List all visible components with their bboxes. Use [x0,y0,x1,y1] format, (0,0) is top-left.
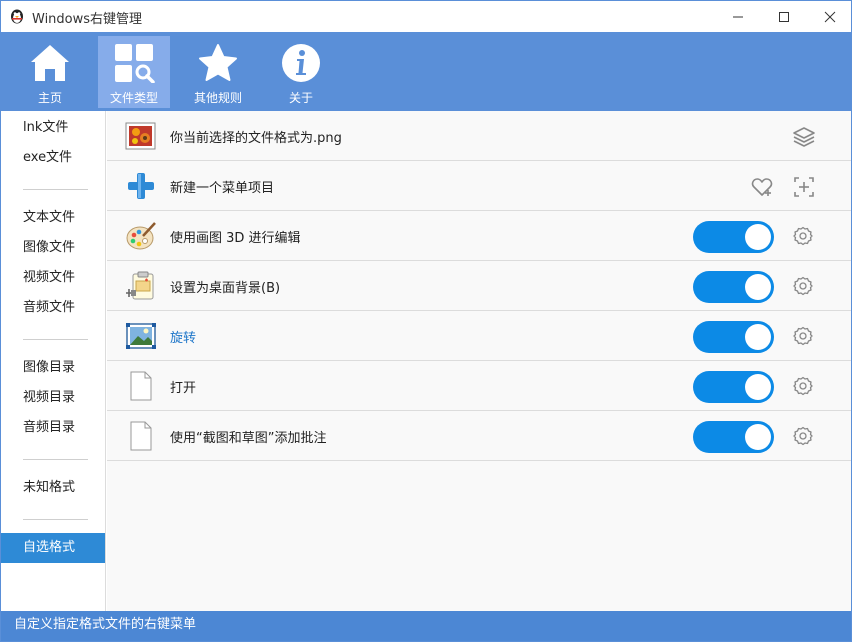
app-window: Windows右键管理 主页 文件类型 其他规则 关于 lnk文件 exe文件 … [0,0,852,642]
maximize-button[interactable] [761,1,807,32]
blank-file-icon [125,371,157,401]
blank-file-icon [125,421,157,451]
sidebar-item-custom[interactable]: 自选格式 [1,533,105,563]
current-format-row: 你当前选择的文件格式为.png [107,111,851,161]
toggle-knob [745,324,771,350]
sidebar-item-lnk[interactable]: lnk文件 [1,113,105,143]
rotate-image-icon [125,321,157,351]
tab-home[interactable]: 主页 [14,36,86,108]
add-plus-icon [125,171,157,201]
tab-label: 主页 [37,91,62,105]
enable-toggle[interactable] [693,421,774,453]
close-button[interactable] [807,1,851,32]
tab-other-rules[interactable]: 其他规则 [182,36,254,108]
main-toolbar: 主页 文件类型 其他规则 关于 [1,32,851,111]
menu-item-label[interactable]: 旋转 [170,327,196,346]
sidebar-divider [23,459,88,460]
tab-label: 文件类型 [109,91,158,105]
current-format-label: 你当前选择的文件格式为.png [170,131,342,146]
enable-toggle[interactable] [693,371,774,403]
gear-icon[interactable] [793,226,813,246]
toggle-knob [745,424,771,450]
tab-label: 关于 [288,91,313,105]
picture-file-icon [125,121,157,151]
enable-toggle[interactable] [693,271,774,303]
sidebar-item-exe[interactable]: exe文件 [1,143,105,173]
status-bar: 自定义指定格式文件的右键菜单 [1,611,851,641]
sidebar-item-image-dir[interactable]: 图像目录 [1,353,105,383]
new-menu-item-row[interactable]: 新建一个菜单项目 [107,161,851,211]
gear-icon[interactable] [793,326,813,346]
star-icon [196,42,240,84]
toggle-knob [745,374,771,400]
menu-item-row: 打开 [107,361,851,411]
sidebar-divider [23,339,88,340]
menu-item-list: 你当前选择的文件格式为.png 新建一个菜单项目 使用画图 3D 进行编辑 设置… [107,111,851,611]
menu-item-label: 打开 [170,381,197,396]
tab-label: 其他规则 [193,91,242,105]
window-title: Windows右键管理 [32,12,143,27]
menu-item-label: 设置为桌面背景(B) [170,281,281,296]
home-icon [28,42,72,84]
sidebar: lnk文件 exe文件 文本文件 图像文件 视频文件 音频文件 图像目录 视频目… [1,111,106,611]
gear-icon[interactable] [793,276,813,296]
menu-item-row: 旋转 [107,311,851,361]
minimize-button[interactable] [715,1,761,32]
sidebar-divider [23,519,88,520]
menu-item-label: 使用“截图和草图”添加批注 [170,431,327,446]
menu-item-row: 使用画图 3D 进行编辑 [107,211,851,261]
tab-file-types[interactable]: 文件类型 [98,36,170,108]
sidebar-item-image[interactable]: 图像文件 [1,233,105,263]
menu-item-label: 使用画图 3D 进行编辑 [170,231,301,246]
layers-icon[interactable] [792,125,816,149]
sidebar-item-unknown[interactable]: 未知格式 [1,473,105,503]
sidebar-item-video[interactable]: 视频文件 [1,263,105,293]
sidebar-item-audio[interactable]: 音频文件 [1,293,105,323]
add-item-icon[interactable] [792,175,816,199]
toggle-knob [745,274,771,300]
enable-toggle[interactable] [693,321,774,353]
file-types-icon [112,42,156,84]
tab-about[interactable]: 关于 [265,36,337,108]
new-menu-item-label: 新建一个菜单项目 [170,181,275,196]
title-bar: Windows右键管理 [1,1,851,32]
penguin-icon [9,8,25,24]
sidebar-item-video-dir[interactable]: 视频目录 [1,383,105,413]
clipboard-plug-icon [125,271,157,301]
menu-item-row: 使用“截图和草图”添加批注 [107,411,851,461]
sidebar-item-text[interactable]: 文本文件 [1,203,105,233]
gear-icon[interactable] [793,376,813,396]
gear-icon[interactable] [793,426,813,446]
favorite-heart-icon[interactable] [750,175,774,199]
enable-toggle[interactable] [693,221,774,253]
sidebar-divider [23,189,88,190]
paint-palette-icon [125,221,157,251]
info-icon [279,42,323,84]
menu-item-row: 设置为桌面背景(B) [107,261,851,311]
toggle-knob [745,224,771,250]
sidebar-item-audio-dir[interactable]: 音频目录 [1,413,105,443]
